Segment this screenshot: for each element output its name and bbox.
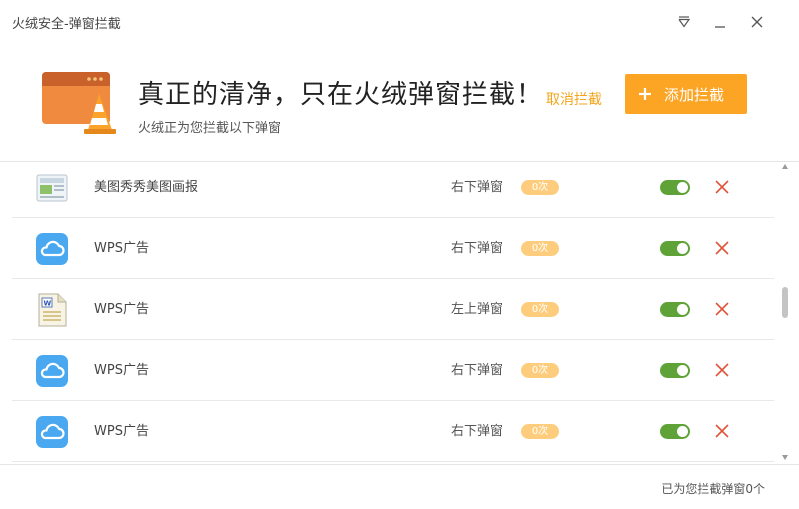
enable-toggle[interactable] <box>660 363 690 378</box>
header-banner: 真正的清净，只在火绒弹窗拦截！ 火绒正为您拦截以下弹窗 取消拦截 添加拦截 <box>0 44 799 156</box>
scroll-up-arrow-icon[interactable] <box>781 163 789 171</box>
add-block-label: 添加拦截 <box>664 85 725 104</box>
minimize-button[interactable] <box>707 10 733 34</box>
close-button[interactable] <box>744 10 770 34</box>
title-bar: 火绒安全-弹窗拦截 <box>0 0 799 44</box>
cloud-icon <box>36 416 68 448</box>
subheadline: 火绒正为您拦截以下弹窗 <box>138 121 282 136</box>
plus-icon <box>638 87 652 101</box>
block-count-badge: 0次 <box>521 302 559 317</box>
popup-name: WPS广告 <box>94 363 149 378</box>
meitu-news-icon <box>36 174 68 202</box>
popup-position: 左上弹窗 <box>451 302 504 317</box>
cloud-icon <box>36 233 68 265</box>
scrollbar-thumb[interactable] <box>782 287 788 318</box>
cloud-icon <box>36 355 68 387</box>
close-icon <box>751 16 763 28</box>
popup-position: 右下弹窗 <box>451 180 504 195</box>
toggle-knob <box>677 304 688 315</box>
popup-position: 右下弹窗 <box>451 424 504 439</box>
list-item: W WPS广告 左上弹窗 0次 <box>12 279 774 340</box>
enable-toggle[interactable] <box>660 302 690 317</box>
minimize-icon <box>715 26 725 28</box>
svg-text:W: W <box>44 300 52 308</box>
list-item: WPS广告 右下弹窗 0次 <box>12 340 774 401</box>
dropdown-triangle-icon <box>678 16 691 28</box>
headline: 真正的清净，只在火绒弹窗拦截！ <box>138 80 544 110</box>
delete-icon[interactable] <box>714 423 730 439</box>
list-item: WPS广告 右下弹窗 0次 <box>12 401 774 462</box>
window-title: 火绒安全-弹窗拦截 <box>12 17 121 32</box>
enable-toggle[interactable] <box>660 241 690 256</box>
delete-icon[interactable] <box>714 240 730 256</box>
popup-name: WPS广告 <box>94 302 149 317</box>
block-count-badge: 0次 <box>521 424 559 439</box>
status-footer: 已为您拦截弹窗0个 <box>0 464 799 509</box>
popup-block-logo-icon <box>42 72 116 134</box>
delete-icon[interactable] <box>714 179 730 195</box>
scroll-down-arrow-icon[interactable] <box>781 453 789 461</box>
enable-toggle[interactable] <box>660 424 690 439</box>
list-item: WPS广告 右下弹窗 0次 <box>12 218 774 279</box>
popup-name: 美图秀秀美图画报 <box>94 180 199 195</box>
block-count-badge: 0次 <box>521 241 559 256</box>
toggle-knob <box>677 243 688 254</box>
delete-icon[interactable] <box>714 362 730 378</box>
toggle-knob <box>677 365 688 376</box>
toggle-knob <box>677 426 688 437</box>
blocked-popup-list: 美图秀秀美图画报 右下弹窗 0次 WPS广告 右下弹窗 0次 W WPS广告 左… <box>0 161 799 464</box>
popup-name: WPS广告 <box>94 424 149 439</box>
blocked-summary: 已为您拦截弹窗0个 <box>661 482 765 496</box>
popup-position: 右下弹窗 <box>451 241 504 256</box>
block-count-badge: 0次 <box>521 180 559 195</box>
cancel-block-link[interactable]: 取消拦截 <box>546 89 602 109</box>
enable-toggle[interactable] <box>660 180 690 195</box>
block-count-badge: 0次 <box>521 363 559 378</box>
delete-icon[interactable] <box>714 301 730 317</box>
add-block-button[interactable]: 添加拦截 <box>625 74 747 114</box>
menu-dropdown-button[interactable] <box>671 10 697 34</box>
wps-document-icon: W <box>38 293 67 327</box>
toggle-knob <box>677 182 688 193</box>
popup-name: WPS广告 <box>94 241 149 256</box>
popup-position: 右下弹窗 <box>451 363 504 378</box>
list-item: 美图秀秀美图画报 右下弹窗 0次 <box>12 162 774 218</box>
